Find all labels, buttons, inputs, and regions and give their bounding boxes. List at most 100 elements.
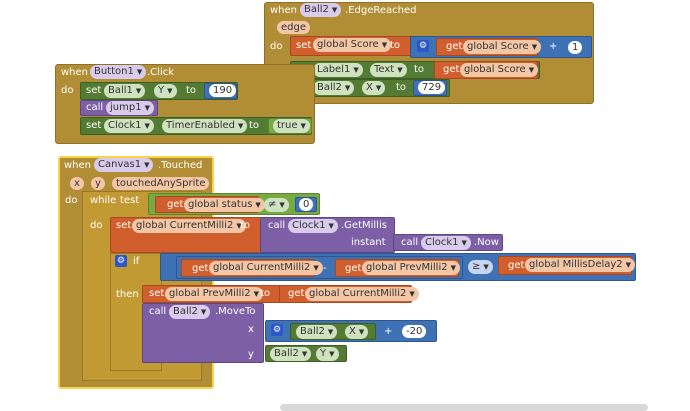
chevron-down-icon: ▼ (353, 66, 359, 74)
number-input[interactable]: 729 (418, 81, 446, 94)
variable-dropdown[interactable]: global Score ▼ (460, 63, 539, 77)
component-dropdown[interactable]: Ball2 ▼ (300, 3, 342, 17)
property-dropdown[interactable]: Y ▼ (154, 84, 177, 98)
set-label: set (149, 288, 165, 299)
call-label: call (149, 306, 167, 317)
get-label: get (446, 41, 463, 52)
property-name: TimerEnabled (166, 120, 235, 131)
variable-dropdown[interactable]: global PrevMilli2 ▼ (362, 261, 460, 275)
component-dropdown[interactable]: Ball1 ▼ (104, 84, 146, 98)
component-dropdown[interactable]: Canvas1 ▼ (94, 158, 154, 172)
property-name: X (349, 326, 356, 337)
method-name: .Now (474, 237, 499, 248)
boolean-dropdown[interactable]: true ▼ (273, 119, 310, 133)
component-dropdown[interactable]: Clock1 ▼ (288, 219, 338, 233)
set-label: set (296, 40, 312, 51)
x-socket-label: x (248, 324, 254, 335)
component-name: Ball2 (173, 306, 198, 317)
property-dropdown[interactable]: Y ▼ (316, 347, 339, 361)
variable-name: global status (188, 199, 253, 210)
component-dropdown[interactable]: Clock1 ▼ (421, 236, 471, 250)
to-label: to (390, 40, 401, 51)
variable-name: global CurrentMilli2 (213, 262, 311, 273)
x-parameter[interactable]: x (70, 177, 84, 190)
procedure-dropdown[interactable]: jump1 ▼ (106, 101, 154, 115)
variable-name: global Score (464, 64, 526, 75)
to-label: to (260, 288, 271, 299)
touched-any-sprite-parameter[interactable]: touchedAnySprite (112, 177, 210, 190)
chevron-down-icon: ▼ (625, 261, 632, 269)
variable-dropdown[interactable]: global status ▼ (184, 198, 265, 212)
test-label: test (120, 195, 140, 206)
variable-dropdown[interactable]: global Score ▼ (313, 38, 392, 52)
event-name: .Touched (158, 160, 203, 171)
chevron-down-icon: ▼ (167, 87, 173, 95)
component-dropdown[interactable]: Ball2 ▼ (296, 325, 338, 339)
variable-dropdown[interactable]: global Score ▼ (463, 40, 542, 54)
component-name: Button1 (94, 66, 134, 77)
component-name: Ball2 (274, 348, 299, 359)
y-socket-label: y (248, 349, 254, 360)
component-name: Clock1 (292, 220, 326, 231)
variable-dropdown[interactable]: global MillisDelay2 ▼ (525, 258, 636, 272)
operator-dropdown[interactable]: ≠ ▼ (264, 198, 289, 212)
chevron-down-icon: ▼ (301, 350, 308, 358)
chevron-down-icon: ▼ (136, 68, 143, 76)
instant-label: instant (351, 237, 386, 248)
variable-dropdown[interactable]: global CurrentMilli2 ▼ (209, 261, 323, 275)
variable-name: global PrevMilli2 (169, 288, 251, 299)
chevron-down-icon: ▼ (279, 201, 285, 209)
component-dropdown[interactable]: Clock1 ▼ (104, 119, 154, 133)
event-name: .Click (147, 67, 175, 78)
method-name: .MoveTo (215, 306, 256, 317)
event-name: .EdgeReached (345, 5, 417, 16)
component-dropdown[interactable]: Ball2 ▼ (169, 305, 211, 319)
variable-name: global CurrentMilli2 (309, 288, 407, 299)
chevron-down-icon: ▼ (144, 122, 150, 130)
to-label: to (249, 120, 260, 131)
to-label: to (240, 220, 251, 231)
variable-dropdown[interactable]: global CurrentMilli2 ▼ (305, 287, 419, 301)
component-dropdown[interactable]: Label1 ▼ (313, 63, 363, 77)
variable-dropdown[interactable]: global PrevMilli2 ▼ (165, 287, 263, 301)
to-label: to (186, 85, 197, 96)
chevron-down-icon: ▼ (461, 239, 467, 247)
variable-dropdown[interactable]: global CurrentMilli2 ▼ (132, 219, 246, 233)
component-dropdown[interactable]: Ball2 ▼ (270, 347, 312, 361)
component-dropdown[interactable]: Button1 ▼ (90, 65, 147, 79)
set-label: set (86, 120, 102, 131)
get-label: get (192, 263, 209, 274)
plus-operator: + (384, 326, 393, 337)
number-input[interactable]: 190 (209, 84, 237, 97)
chevron-down-icon: ▼ (327, 328, 334, 336)
y-parameter[interactable]: y (91, 177, 105, 190)
call-label: call (401, 237, 419, 248)
do-label: do (90, 220, 103, 231)
gear-icon[interactable]: ⚙ (115, 255, 127, 267)
chevron-down-icon: ▼ (409, 290, 415, 298)
edge-parameter[interactable]: edge (277, 21, 310, 34)
chevron-down-icon: ▼ (531, 43, 538, 51)
method-name: .GetMillis (341, 220, 387, 231)
chevron-down-icon: ▼ (381, 41, 388, 49)
get-label: get (288, 288, 305, 299)
property-dropdown[interactable]: TimerEnabled ▼ (162, 119, 248, 133)
chevron-down-icon: ▼ (331, 6, 338, 14)
chevron-down-icon: ▼ (483, 263, 489, 271)
gear-icon[interactable]: ⚙ (417, 40, 429, 52)
number-input[interactable]: -20 (402, 325, 427, 338)
property-dropdown[interactable]: X ▼ (345, 325, 369, 339)
chevron-down-icon: ▼ (135, 87, 142, 95)
operator-dropdown[interactable]: ≥ ▼ (468, 260, 493, 274)
chevron-down-icon: ▼ (300, 122, 306, 130)
property-dropdown[interactable]: Text ▼ (370, 63, 407, 77)
property-dropdown[interactable]: X ▼ (362, 81, 386, 95)
get-label: get (345, 263, 362, 274)
do-label: do (270, 41, 283, 52)
gear-icon[interactable]: ⚙ (271, 324, 283, 336)
while-label: while (90, 195, 117, 206)
chevron-down-icon: ▼ (397, 66, 403, 74)
component-dropdown[interactable]: Ball2 ▼ (313, 81, 355, 95)
do-label: do (65, 195, 78, 206)
horizontal-scrollbar[interactable] (280, 404, 648, 411)
